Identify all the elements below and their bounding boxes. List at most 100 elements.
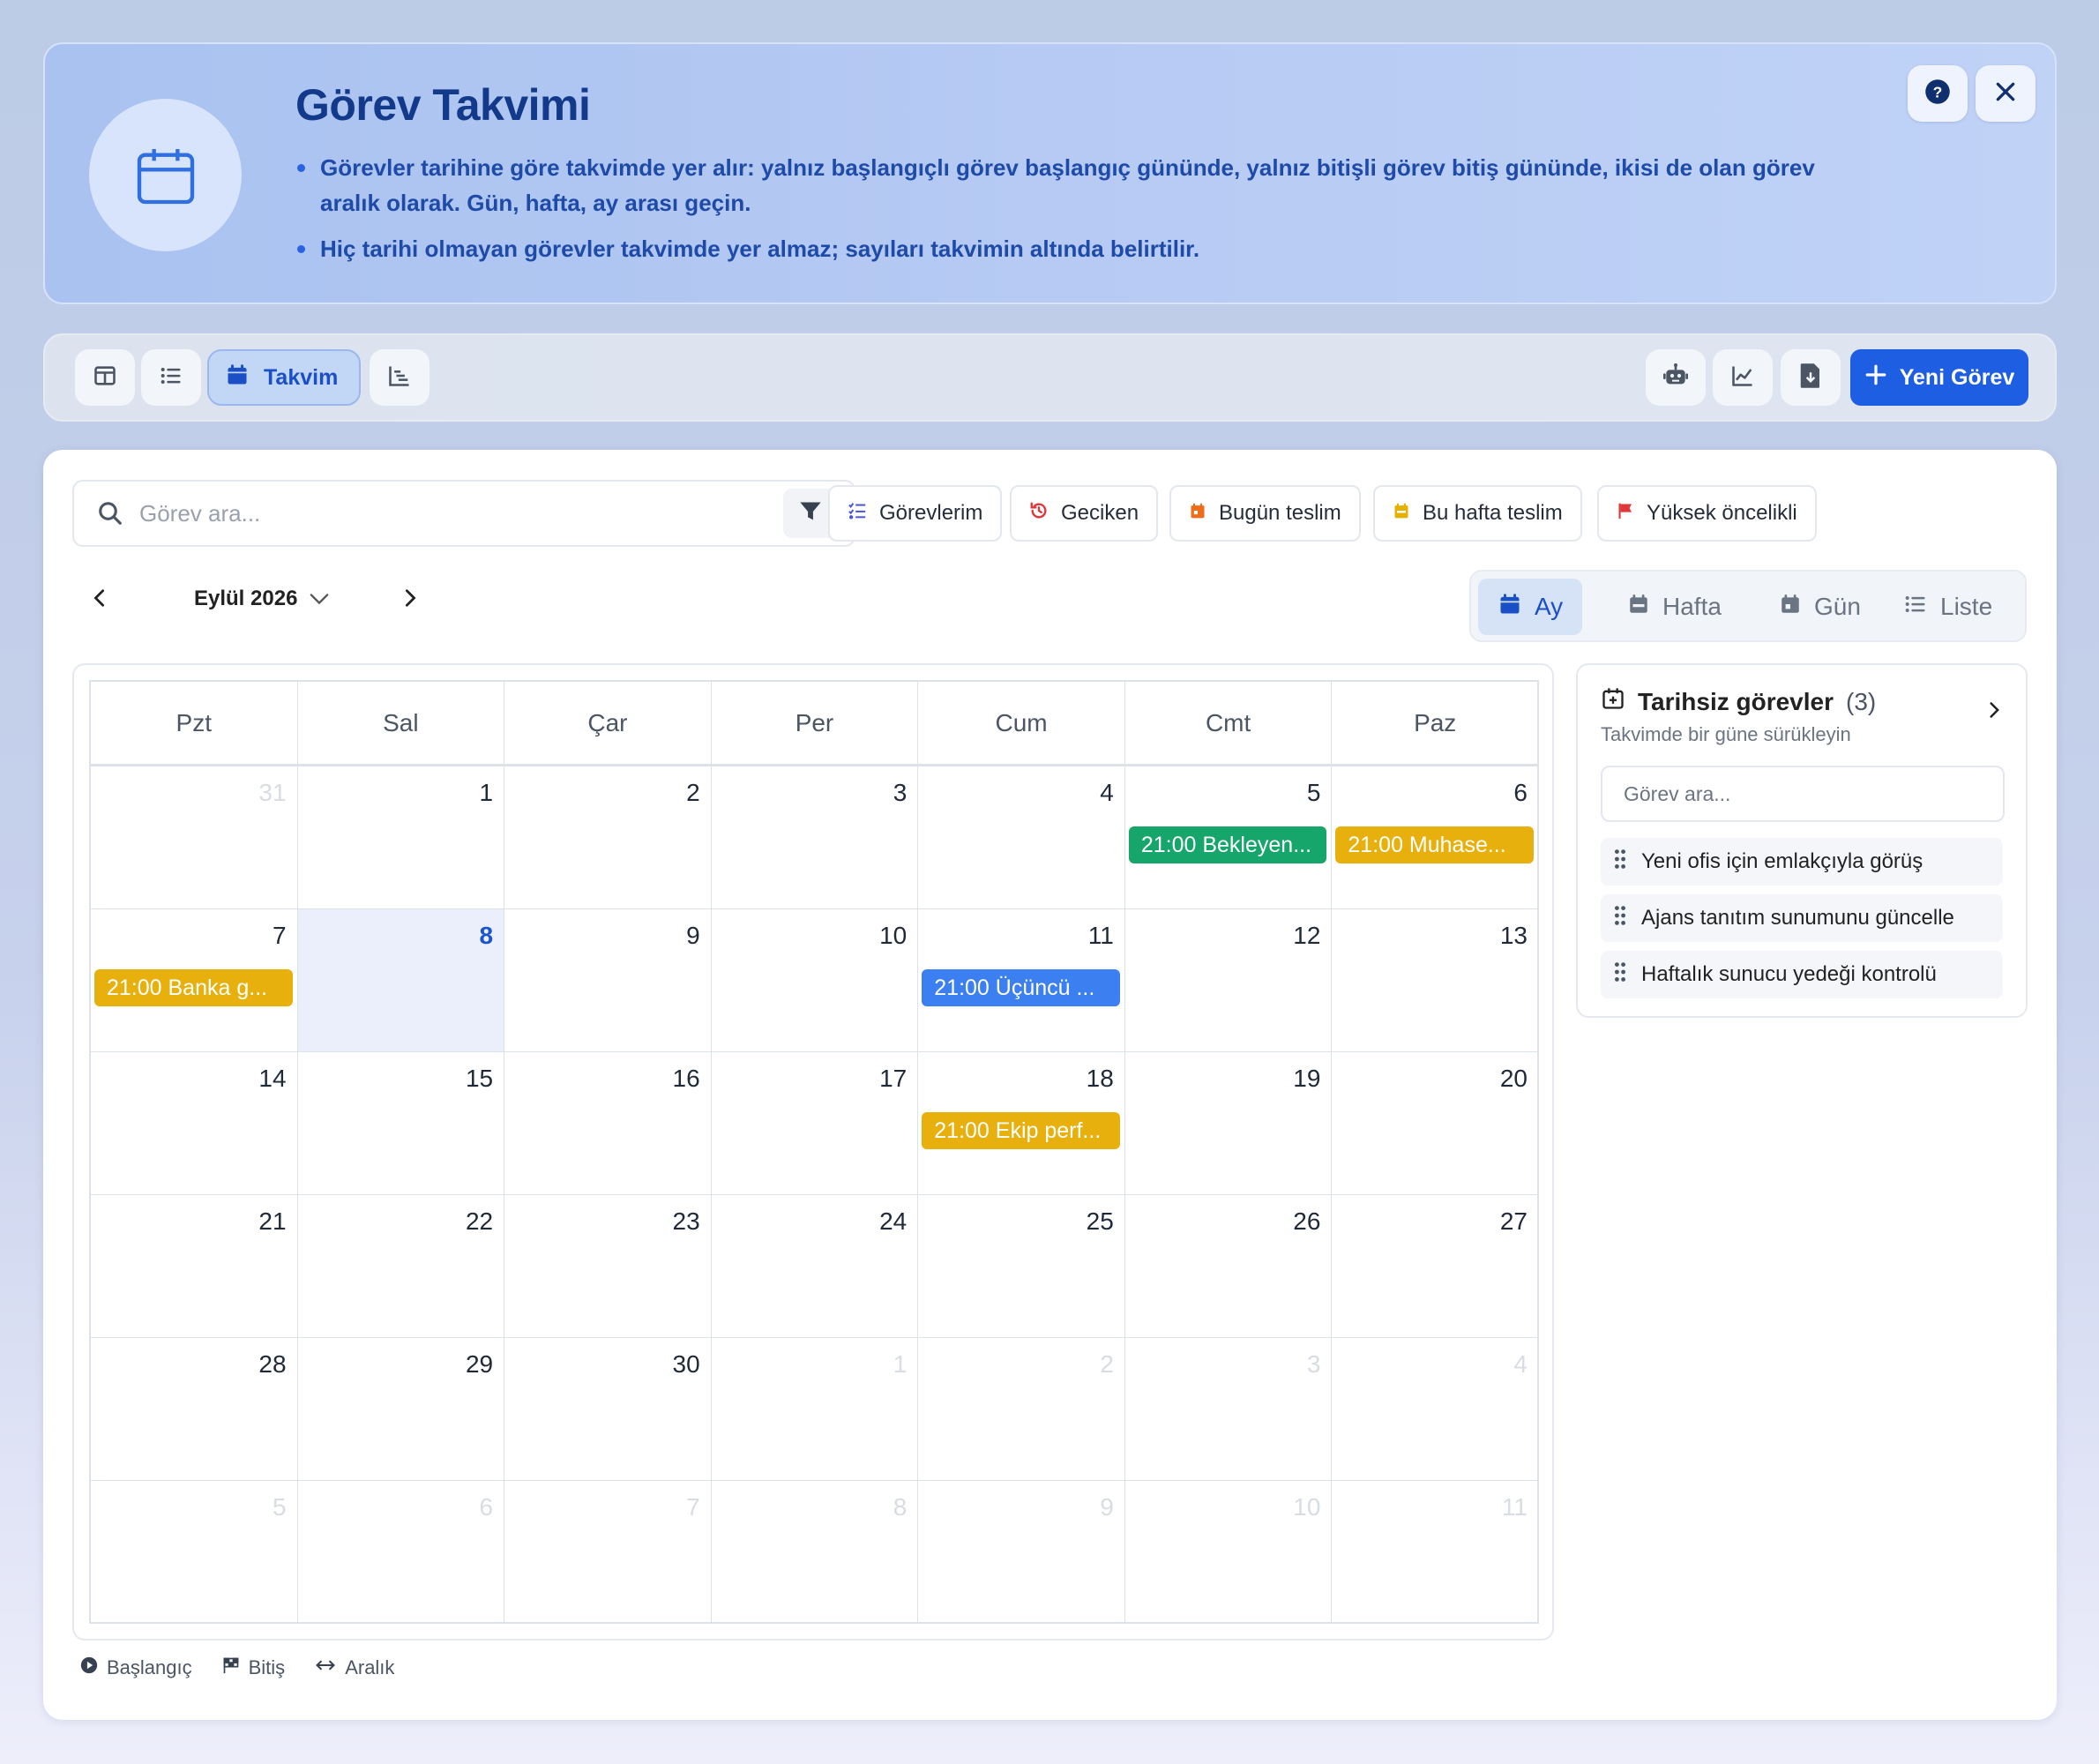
chip-my-tasks[interactable]: Görevlerim — [828, 485, 1003, 542]
day-number: 30 — [672, 1350, 700, 1378]
day-cell[interactable]: 20 — [1332, 1052, 1539, 1195]
legend-range: Aralık — [315, 1656, 394, 1679]
drag-handle-icon[interactable] — [1613, 961, 1627, 989]
search-placeholder: Görev ara... — [1624, 781, 1731, 805]
month-selector[interactable]: Eylül 2026 — [194, 587, 329, 611]
legend-start: Başlangıç — [80, 1656, 192, 1679]
reports-button[interactable] — [1713, 349, 1773, 406]
chip-high-priority[interactable]: Yüksek öncelikli — [1597, 485, 1817, 542]
list-view-button[interactable] — [141, 349, 201, 406]
day-cell[interactable]: 23 — [504, 1195, 712, 1338]
unscheduled-subtitle: Takvimde bir güne sürükleyin — [1601, 723, 1851, 745]
day-cell[interactable]: 29 — [297, 1338, 505, 1481]
day-number: 9 — [1100, 1493, 1114, 1521]
day-cell[interactable]: 2 — [918, 1338, 1125, 1481]
board-view-button[interactable] — [75, 349, 135, 406]
calendar-icon — [89, 99, 242, 251]
day-cell[interactable]: 24 — [711, 1195, 919, 1338]
gantt-view-button[interactable] — [370, 349, 430, 406]
day-number: 26 — [1293, 1207, 1321, 1235]
calendar-event[interactable]: 21:00 Muhase... — [1335, 826, 1534, 863]
day-cell[interactable]: 31 — [91, 766, 298, 909]
view-week-button[interactable]: Hafta — [1608, 579, 1741, 635]
help-button[interactable]: ? — [1908, 65, 1968, 122]
day-cell[interactable]: 13 — [1332, 909, 1539, 1052]
day-number: 10 — [1293, 1493, 1321, 1521]
day-cell[interactable]: 12 — [1124, 909, 1333, 1052]
next-month-button[interactable] — [391, 580, 430, 619]
calendar-event[interactable]: 21:00 Ekip perf... — [922, 1112, 1120, 1149]
unscheduled-task-item[interactable]: Ajans tanıtım sunumunu güncelle — [1601, 894, 2003, 942]
day-cell[interactable]: 30 — [504, 1338, 712, 1481]
day-cell[interactable]: 21 — [91, 1195, 298, 1338]
day-cell[interactable]: 3 — [711, 766, 919, 909]
calendar-panel: Görev ara... Görevlerim Geciken Bugün te… — [43, 450, 2057, 1720]
day-cell[interactable]: 1 — [711, 1338, 919, 1481]
view-day-button[interactable]: Gün — [1759, 579, 1880, 635]
day-cell[interactable]: 28 — [91, 1338, 298, 1481]
flag-checkered-icon — [222, 1656, 240, 1679]
day-cell[interactable]: 11 — [1332, 1481, 1539, 1624]
day-cell[interactable]: 26 — [1124, 1195, 1333, 1338]
flag-icon — [1617, 501, 1634, 527]
history-icon — [1029, 501, 1049, 527]
weekday-header: Paz — [1332, 682, 1539, 766]
day-cell[interactable]: 2 — [504, 766, 712, 909]
day-cell[interactable]: 5 — [91, 1481, 298, 1624]
task-label: Haftalık sunucu yedeği kontrolü — [1641, 962, 1937, 986]
export-button[interactable] — [1781, 349, 1841, 406]
chip-due-today[interactable]: Bugün teslim — [1169, 485, 1361, 542]
calendar-event[interactable]: 21:00 Üçüncü ... — [922, 969, 1120, 1006]
view-month-button[interactable]: Ay — [1478, 579, 1583, 635]
calendar-event[interactable]: 21:00 Banka g... — [94, 969, 293, 1006]
day-cell[interactable]: 6 — [297, 1481, 505, 1624]
weekday-header: Pzt — [91, 682, 298, 766]
task-search-input[interactable]: Görev ara... — [72, 480, 855, 547]
day-cell[interactable]: 25 — [918, 1195, 1125, 1338]
day-number: 24 — [879, 1207, 908, 1235]
day-cell[interactable]: 14 — [91, 1052, 298, 1195]
calendar-view-button[interactable]: Takvim — [207, 349, 361, 406]
chip-label: Görevlerim — [879, 501, 983, 525]
day-cell[interactable]: 27 — [1332, 1195, 1539, 1338]
day-cell[interactable]: 22 — [297, 1195, 505, 1338]
day-cell[interactable]: 1 — [297, 766, 505, 909]
drag-handle-icon[interactable] — [1613, 905, 1627, 932]
day-cell[interactable]: 19 — [1124, 1052, 1333, 1195]
day-number: 2 — [1100, 1350, 1114, 1378]
day-cell[interactable]: 10 — [711, 909, 919, 1052]
day-number: 19 — [1293, 1065, 1321, 1092]
previous-month-button[interactable] — [80, 580, 119, 619]
unscheduled-search-input[interactable]: Görev ara... — [1601, 766, 2005, 822]
day-cell[interactable]: 9 — [504, 909, 712, 1052]
day-cell-today[interactable]: 8 — [297, 909, 505, 1052]
chevron-down-icon — [310, 587, 329, 611]
day-cell[interactable]: 9 — [918, 1481, 1125, 1624]
chip-overdue[interactable]: Geciken — [1010, 485, 1159, 542]
day-cell[interactable]: 17 — [711, 1052, 919, 1195]
collapse-panel-button[interactable] — [1985, 699, 2003, 726]
calendar-event[interactable]: 21:00 Bekleyen... — [1128, 826, 1327, 863]
chip-label: Geciken — [1061, 501, 1139, 525]
day-cell[interactable]: 7 — [504, 1481, 712, 1624]
close-button[interactable] — [1976, 65, 2036, 122]
day-cell[interactable]: 8 — [711, 1481, 919, 1624]
legend-label: Bitiş — [248, 1656, 286, 1678]
day-cell[interactable]: 3 — [1124, 1338, 1333, 1481]
day-cell[interactable]: 16 — [504, 1052, 712, 1195]
ai-assistant-button[interactable] — [1646, 349, 1706, 406]
view-toolbar: Takvim Yeni Görev — [43, 333, 2057, 422]
chip-due-this-week[interactable]: Bu hafta teslim — [1373, 485, 1582, 542]
new-task-button[interactable]: Yeni Görev — [1850, 349, 2028, 406]
legend-end: Bitiş — [222, 1656, 286, 1679]
day-number: 29 — [465, 1350, 494, 1378]
drag-handle-icon[interactable] — [1613, 848, 1627, 876]
day-cell[interactable]: 10 — [1124, 1481, 1333, 1624]
unscheduled-task-item[interactable]: Haftalık sunucu yedeği kontrolü — [1601, 951, 2003, 998]
unscheduled-task-item[interactable]: Yeni ofis için emlakçıyla görüş — [1601, 838, 2003, 886]
day-cell[interactable]: 4 — [918, 766, 1125, 909]
day-cell[interactable]: 15 — [297, 1052, 505, 1195]
view-list-button[interactable]: Liste — [1884, 579, 2012, 635]
legend-label: Başlangıç — [107, 1656, 192, 1678]
day-cell[interactable]: 4 — [1332, 1338, 1539, 1481]
